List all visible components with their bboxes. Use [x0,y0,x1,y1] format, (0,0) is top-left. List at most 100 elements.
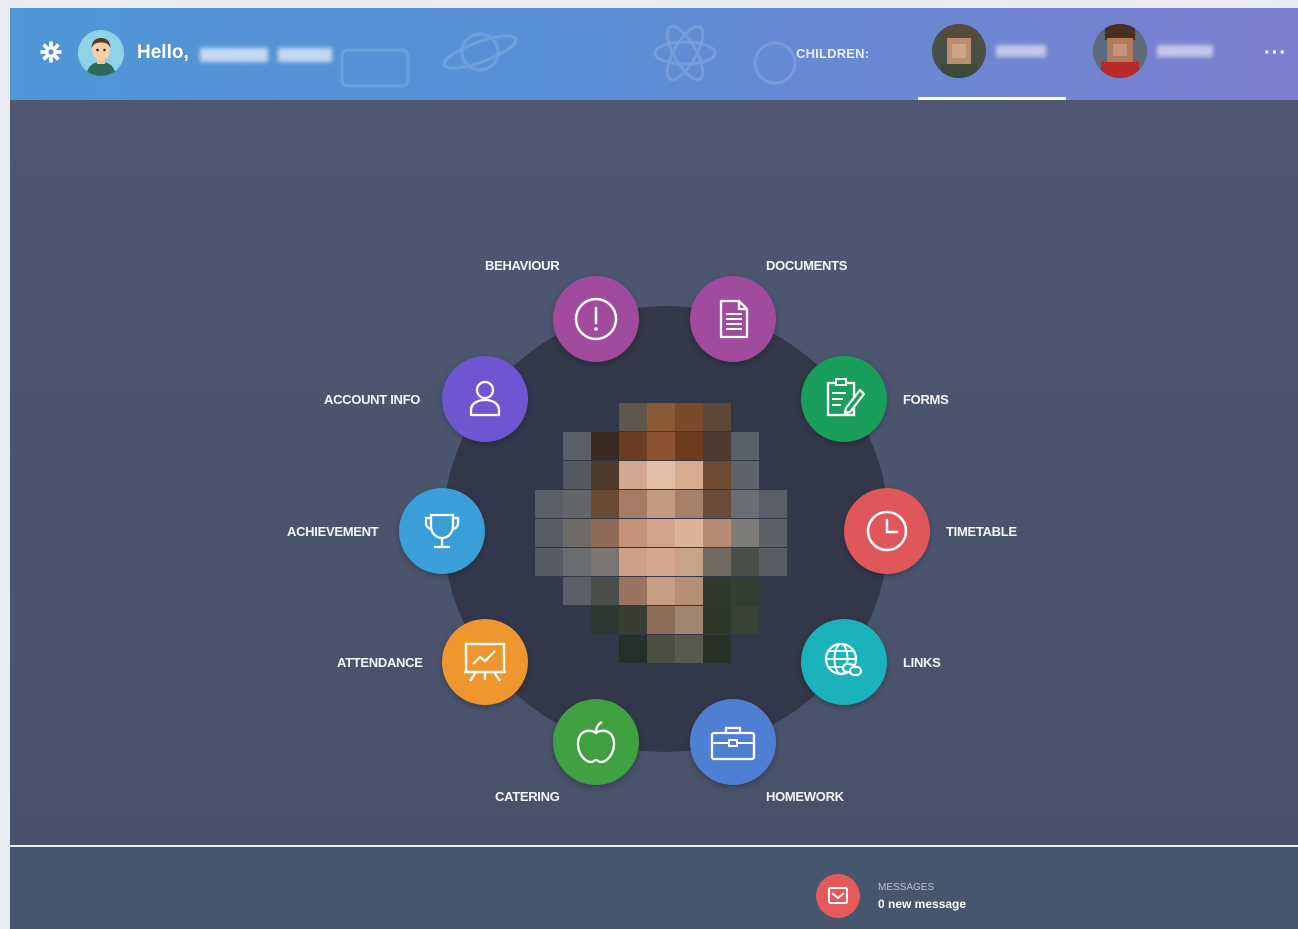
photo-pixel [563,519,591,547]
child-avatar-2 [1093,24,1147,78]
photo-pixel [647,432,675,460]
photo-pixel [619,635,647,663]
trophy-icon [399,488,485,574]
behaviour-label[interactable]: BEHAVIOUR [485,258,560,273]
photo-pixel [591,577,619,605]
lightbulb-doodle-icon [753,41,797,85]
photo-pixel [591,548,619,576]
photo-pixel [647,461,675,489]
photo-pixel [647,490,675,518]
gear-icon[interactable] [40,41,62,63]
child-avatar-1 [932,24,986,78]
photo-pixel [675,635,703,663]
behaviour-tile-button[interactable] [553,276,639,362]
user-icon [442,356,528,442]
documents-tile-button[interactable] [690,276,776,362]
photo-pixel [675,432,703,460]
dashboard-area: BEHAVIOUR DOCUMENTS FORMS TIMETABLE LINK… [10,100,1298,845]
photo-pixel [647,403,675,431]
account-info-label[interactable]: ACCOUNT INFO [324,392,420,407]
photo-pixel [675,606,703,634]
photo-pixel [703,403,731,431]
photo-pixel [675,548,703,576]
photo-pixel [731,490,759,518]
attendance-tile-button[interactable] [442,619,528,705]
homework-tile-button[interactable] [690,699,776,785]
photo-pixel [619,403,647,431]
documents-label[interactable]: DOCUMENTS [766,258,847,273]
photo-pixel [759,548,787,576]
user-avatar[interactable] [78,30,124,76]
photo-pixel [731,548,759,576]
document-icon [690,276,776,362]
photo-pixel [591,432,619,460]
photo-pixel [619,432,647,460]
user-avatar-image [78,30,124,76]
messages-count[interactable]: 0 new message [878,897,966,911]
catering-label[interactable]: CATERING [495,789,560,804]
messages-bar: MESSAGES 0 new message [10,847,1298,929]
photo-pixel [563,461,591,489]
photo-pixel [619,461,647,489]
photo-pixel [647,606,675,634]
presentation-chart-icon [442,619,528,705]
briefcase-icon [690,699,776,785]
photo-pixel [703,519,731,547]
child-profile-photo[interactable] [535,403,801,665]
messages-button[interactable] [816,874,860,918]
photo-pixel [591,461,619,489]
top-bar: Hello, CHILDREN: ··· [10,8,1298,100]
form-pen-icon [801,356,887,442]
globe-link-icon [801,619,887,705]
envelope-icon [828,887,848,904]
photo-pixel [535,519,563,547]
photo-pixel [647,577,675,605]
photo-pixel [675,577,703,605]
forms-tile-button[interactable] [801,356,887,442]
clock-icon [844,488,930,574]
photo-pixel [647,635,675,663]
photo-pixel [619,548,647,576]
apple-icon [553,699,639,785]
photo-pixel [759,490,787,518]
homework-label[interactable]: HOMEWORK [766,789,844,804]
photo-pixel [591,490,619,518]
timetable-label[interactable]: TIMETABLE [946,524,1017,539]
links-label[interactable]: LINKS [903,655,941,670]
more-menu-button[interactable]: ··· [1264,42,1287,65]
forms-label[interactable]: FORMS [903,392,949,407]
app-frame: Hello, CHILDREN: ··· BEHAVIOUR DOCUMENTS… [0,0,1298,929]
photo-pixel [563,490,591,518]
photo-pixel [675,461,703,489]
exclamation-circle-icon [553,276,639,362]
photo-pixel [703,577,731,605]
photo-pixel [675,519,703,547]
photo-pixel [591,519,619,547]
photo-pixel [535,548,563,576]
photo-pixel [703,635,731,663]
photo-pixel [703,432,731,460]
account-info-tile-button[interactable] [442,356,528,442]
achievement-tile-button[interactable] [399,488,485,574]
atom-doodle-icon [653,24,717,82]
photo-pixel [619,490,647,518]
photo-pixel [703,461,731,489]
photo-pixel [731,432,759,460]
photo-pixel [619,577,647,605]
photo-pixel [731,606,759,634]
achievement-label[interactable]: ACHIEVEMENT [287,524,379,539]
photo-pixel [619,606,647,634]
photo-pixel [759,519,787,547]
formula-doodle-icon [340,48,410,88]
child-name-2-redacted [1157,45,1213,57]
catering-tile-button[interactable] [553,699,639,785]
attendance-label[interactable]: ATTENDANCE [337,655,423,670]
photo-pixel [563,548,591,576]
photo-pixel [535,490,563,518]
child-name-1-redacted [996,45,1046,57]
timetable-tile-button[interactable] [844,488,930,574]
photo-pixel [563,577,591,605]
photo-pixel [563,432,591,460]
links-tile-button[interactable] [801,619,887,705]
photo-pixel [731,577,759,605]
